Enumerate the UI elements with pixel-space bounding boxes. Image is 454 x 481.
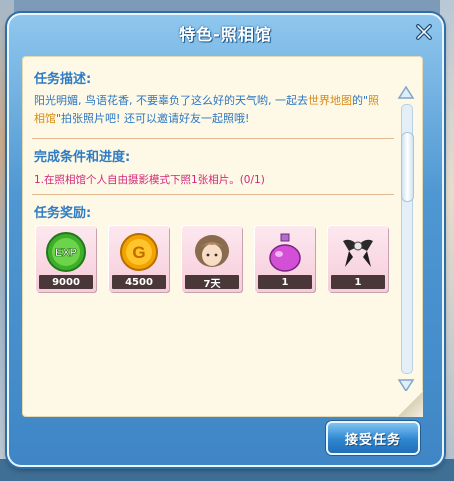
conditions-heading: 完成条件和进度: (34, 150, 131, 165)
dialog-title: 特色-照相馆 (179, 25, 272, 44)
description-text-part: 的" (351, 94, 369, 107)
scrollbar[interactable] (397, 84, 415, 394)
description-heading: 任务描述: (34, 72, 92, 87)
reward-count: 9000 (39, 275, 93, 289)
reward-slot-hairstyle[interactable]: 7天 (182, 226, 242, 292)
reward-list: EXP 9000 G 4500 7天 1 1 (36, 226, 388, 292)
title-bar: 特色-照相馆 (9, 15, 442, 51)
close-icon (416, 24, 432, 40)
description-text-part: "拍张照片吧! 还可以邀请好友一起照哦! (56, 112, 250, 125)
scroll-thumb[interactable] (401, 132, 414, 202)
reward-slot-accessory[interactable]: 1 (328, 226, 388, 292)
exp-icon: EXP (42, 230, 90, 274)
accept-quest-label: 接受任务 (344, 432, 401, 448)
condition-progress: 1.在照相馆个人自由摄影模式下照1张相片。(0/1) (34, 174, 265, 186)
quest-panel: 任务描述: 阳光明媚, 鸟语花香, 不要辜负了这么好的天气哟, 一起去世界地图的… (22, 56, 423, 417)
page-curl (397, 391, 423, 417)
reward-slot-potion[interactable]: 1 (255, 226, 315, 292)
close-button[interactable] (412, 20, 436, 44)
svg-text:G: G (132, 243, 145, 262)
description-text-part: 阳光明媚, 鸟语花香, 不要辜负了这么好的天气哟, 一起去 (34, 94, 308, 107)
svg-text:EXP: EXP (55, 247, 77, 259)
reward-count: 1 (331, 275, 385, 289)
reward-count: 7天 (185, 275, 239, 290)
description-text: 阳光明媚, 鸟语花香, 不要辜负了这么好的天气哟, 一起去世界地图的"照相馆"拍… (34, 92, 389, 128)
reward-count: 1 (258, 275, 312, 289)
reward-count: 4500 (112, 275, 166, 289)
quest-dialog: 特色-照相馆 任务描述: 阳光明媚, 鸟语花香, 不要辜负了这么好的天气哟, 一… (7, 13, 444, 467)
scroll-up-arrow-icon[interactable] (397, 84, 415, 102)
divider (32, 138, 394, 139)
accept-quest-button[interactable]: 接受任务 (326, 421, 420, 455)
reward-slot-gold[interactable]: G 4500 (109, 226, 169, 292)
world-map-link[interactable]: 世界地图 (308, 94, 352, 107)
bow-accessory-icon (334, 230, 382, 274)
potion-bottle-icon (261, 230, 309, 274)
gold-coin-icon: G (115, 230, 163, 274)
rewards-heading: 任务奖励: (34, 206, 92, 221)
reward-slot-exp[interactable]: EXP 9000 (36, 226, 96, 292)
divider (32, 194, 394, 195)
hairstyle-icon (188, 230, 236, 274)
